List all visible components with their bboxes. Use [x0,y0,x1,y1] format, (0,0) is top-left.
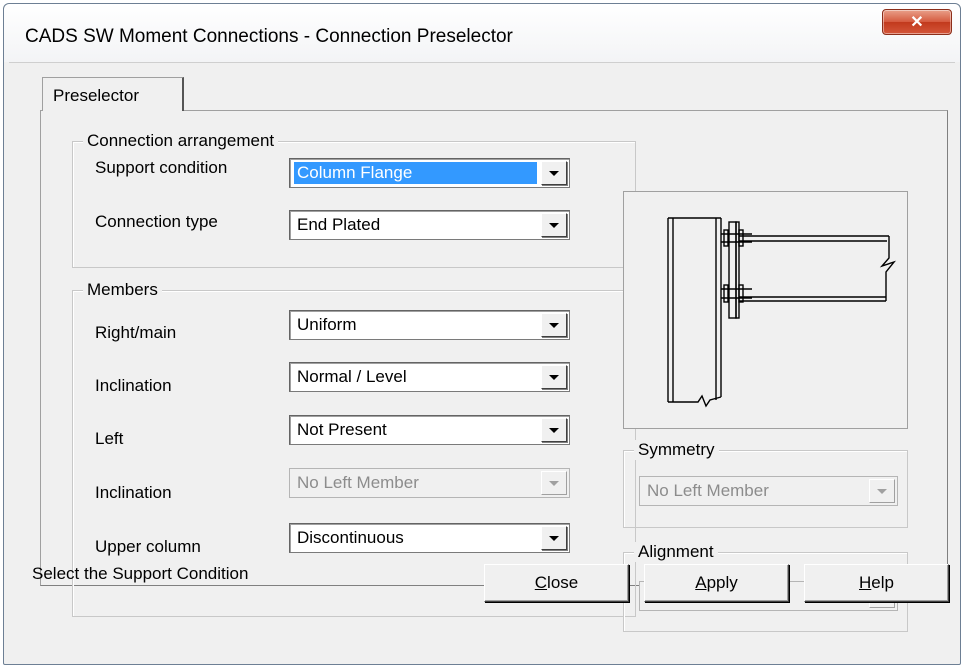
right-main-dropdown[interactable]: Uniform [289,310,570,340]
connection-preview-diagram [623,191,908,429]
connection-arrangement-group: Connection arrangement Support condition… [72,131,636,268]
tab-preselector[interactable]: Preselector [42,77,184,111]
symmetry-value: No Left Member [647,481,769,500]
left-value: Not Present [297,420,387,439]
upper-column-value: Discontinuous [297,528,404,547]
connection-type-label: Connection type [95,212,218,231]
left-inclination-value: No Left Member [297,473,419,492]
members-label: Members [83,280,162,300]
title-bar[interactable]: CADS SW Moment Connections - Connection … [4,4,960,62]
chevron-down-icon[interactable] [541,418,567,442]
window-title: CADS SW Moment Connections - Connection … [25,26,513,47]
symmetry-group: Symmetry No Left Member [623,440,908,528]
chevron-down-icon[interactable] [541,313,567,337]
connection-type-dropdown[interactable]: End Plated [289,210,570,240]
inclination-label: Inclination [95,376,172,395]
right-main-value: Uniform [297,315,357,334]
inclination-value: Normal / Level [297,367,407,386]
chevron-down-icon[interactable] [541,365,567,389]
symmetry-label: Symmetry [634,440,719,460]
chevron-down-icon [541,471,567,495]
help-button-label: Help [859,573,894,592]
right-main-label: Right/main [95,323,177,342]
support-condition-dropdown[interactable]: Column Flange [289,158,570,188]
apply-button[interactable]: Apply [644,564,789,602]
inclination-dropdown[interactable]: Normal / Level [289,362,570,392]
support-condition-value: Column Flange [294,162,537,184]
close-button[interactable]: Close [484,564,629,602]
left-dropdown[interactable]: Not Present [289,415,570,445]
connection-preview-icon [667,217,897,408]
apply-button-label: Apply [695,573,738,592]
upper-column-dropdown[interactable]: Discontinuous [289,523,570,553]
chevron-down-icon[interactable] [541,213,567,237]
dialog-window: CADS SW Moment Connections - Connection … [3,3,961,665]
window-close-button[interactable]: ✕ [882,9,952,35]
preselector-panel: Connection arrangement Support condition… [40,110,948,632]
left-inclination-label: Inclination [95,483,172,502]
status-hint-text: Select the Support Condition [32,564,249,583]
help-button[interactable]: Help [804,564,949,602]
support-condition-label: Support condition [95,158,228,177]
connection-type-value: End Plated [297,215,381,234]
alignment-label: Alignment [634,542,718,562]
close-button-label: Close [534,573,579,592]
tab-label: Preselector [53,86,139,105]
chevron-down-icon[interactable] [541,526,567,550]
left-inclination-dropdown: No Left Member [289,468,570,498]
close-icon: ✕ [910,14,924,31]
chevron-down-icon[interactable] [541,161,567,185]
left-label: Left [95,429,124,448]
chevron-down-icon [869,479,895,503]
connection-arrangement-label: Connection arrangement [83,131,279,151]
upper-column-label: Upper column [95,537,201,556]
symmetry-dropdown: No Left Member [639,476,898,506]
